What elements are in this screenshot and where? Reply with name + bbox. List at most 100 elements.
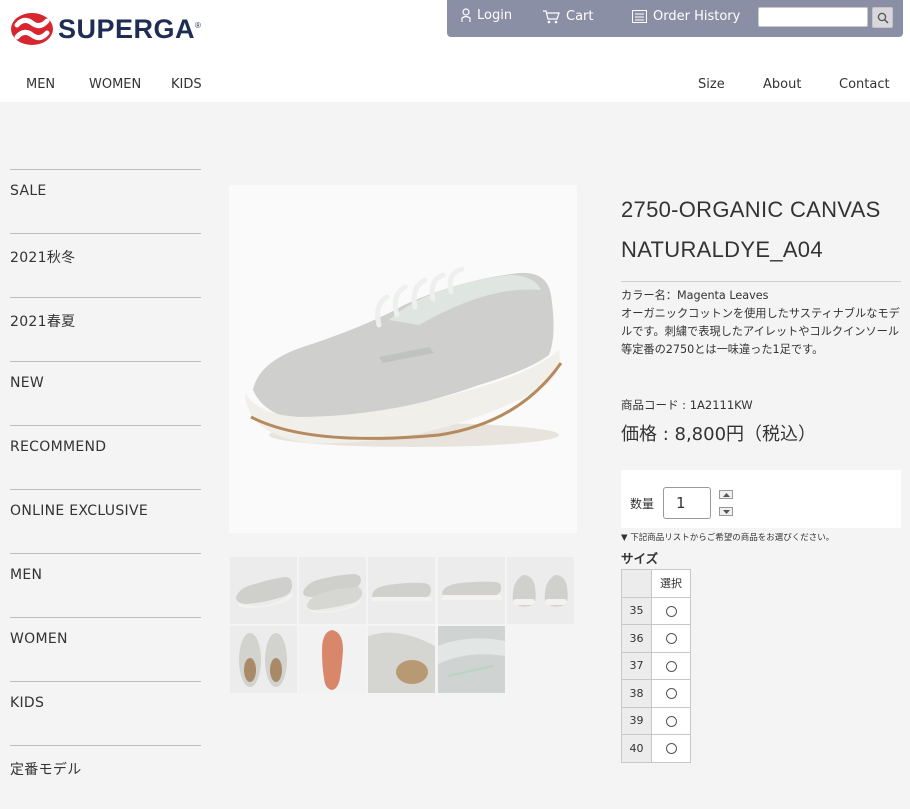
nav-kids[interactable]: KIDS [171, 77, 202, 92]
size-header-cell [621, 569, 652, 598]
size-select-cell [651, 679, 691, 708]
size-cell: 40 [621, 734, 652, 763]
sneaker-pair-thumbnail [299, 557, 366, 624]
size-select-cell [651, 706, 691, 735]
select-header-cell: 選択 [651, 569, 691, 598]
search-button[interactable] [872, 7, 893, 28]
size-cell: 35 [621, 596, 652, 625]
size-table: 選択 35 36 37 38 39 40 [621, 569, 691, 763]
canvas-closeup-thumbnail [438, 626, 505, 693]
color-value: Magenta Leaves [676, 289, 769, 302]
thumbnail-9[interactable] [438, 626, 505, 693]
size-radio[interactable] [665, 633, 677, 645]
sidebar-item-kids[interactable]: KIDS [10, 681, 201, 745]
size-radio[interactable] [665, 660, 677, 672]
thumbnail-3[interactable] [368, 557, 435, 624]
category-sidebar: SALE 2021秋冬 2021春夏 NEW RECOMMEND ONLINE … [10, 169, 201, 809]
product-main-image[interactable] [229, 185, 577, 533]
size-cell: 37 [621, 651, 652, 680]
sidebar-item-men[interactable]: MEN [10, 553, 201, 617]
sidebar-item-2021-ss[interactable]: 2021春夏 [10, 297, 201, 361]
site-header: SUPERGA® Login Cart Order History MEN WO… [0, 0, 910, 102]
login-link[interactable]: Login [461, 8, 512, 23]
sneaker-thumbnail [230, 557, 297, 624]
quantity-label: 数量 [630, 497, 655, 511]
thumbnail-4[interactable] [438, 557, 505, 624]
quantity-increment-button[interactable] [719, 490, 733, 499]
size-select-cell [651, 596, 691, 625]
login-label: Login [477, 8, 513, 23]
selection-note: ▼ 下記商品リストからご希望の商品をお選びください。 [621, 533, 835, 543]
divider [621, 281, 901, 282]
product-title: 2750-ORGANIC CANVAS NATURALDYE_A04 [621, 190, 901, 270]
brand-name: SUPERGA® [58, 13, 202, 44]
size-table-header: 選択 [621, 569, 691, 598]
user-icon [461, 8, 471, 22]
cart-label: Cart [566, 9, 594, 24]
size-cell: 39 [621, 706, 652, 735]
size-radio[interactable] [665, 605, 677, 617]
size-row: 38 [621, 679, 691, 708]
product-code-label: 商品コード : [621, 398, 690, 412]
product-price: 価格 : 8,800円（税込） [621, 424, 817, 445]
quantity-input[interactable]: 1 [663, 487, 711, 519]
size-heading: サイズ [621, 551, 659, 566]
description-text: オーガニックコットンを使用したサスティナブルなモデルです。刺繍で表現したアイレッ… [621, 307, 900, 356]
sneaker-insole-thumbnail [368, 626, 435, 693]
nav-men[interactable]: MEN [26, 77, 55, 92]
sneaker-sole-thumbnail [299, 626, 366, 693]
thumbnail-7[interactable] [299, 626, 366, 693]
size-cell: 38 [621, 679, 652, 708]
size-radio[interactable] [665, 688, 677, 700]
size-select-cell [651, 734, 691, 763]
sidebar-item-2021-aw[interactable]: 2021秋冬 [10, 233, 201, 297]
quantity-panel: 数量 1 [621, 470, 901, 528]
nav-contact[interactable]: Contact [839, 77, 890, 92]
nav-size[interactable]: Size [698, 77, 725, 92]
size-row: 40 [621, 734, 691, 763]
color-label: カラー名： [621, 289, 677, 302]
sneaker-side-thumbnail [438, 557, 505, 624]
size-select-cell [651, 624, 691, 653]
order-history-link[interactable]: Order History [632, 9, 740, 24]
size-radio[interactable] [665, 743, 677, 755]
sidebar-item-online-exclusive[interactable]: ONLINE EXCLUSIVE [10, 489, 201, 553]
size-row: 36 [621, 624, 691, 653]
nav-women[interactable]: WOMEN [89, 77, 141, 92]
sidebar-item-sale[interactable]: SALE [10, 169, 201, 233]
sneaker-image [245, 266, 563, 447]
sneaker-heel-thumbnail [507, 557, 574, 624]
sidebar-item-new[interactable]: NEW [10, 361, 201, 425]
size-row: 35 [621, 596, 691, 625]
superga-logo[interactable]: SUPERGA® [10, 11, 201, 47]
size-cell: 36 [621, 624, 652, 653]
arrow-down-icon [722, 509, 730, 514]
nav-about[interactable]: About [763, 77, 801, 92]
superga-logo-icon [11, 13, 53, 45]
utility-bar: Login Cart Order History [447, 0, 903, 37]
size-row: 37 [621, 651, 691, 680]
product-description: カラー名：Magenta Leaves オーガニックコットンを使用したサスティナ… [621, 287, 906, 359]
thumbnail-6[interactable] [230, 626, 297, 693]
search-input[interactable] [758, 7, 868, 27]
thumbnail-8[interactable] [368, 626, 435, 693]
size-radio[interactable] [665, 715, 677, 727]
search-icon [877, 12, 889, 24]
thumbnail-2[interactable] [299, 557, 366, 624]
order-history-label: Order History [653, 9, 741, 24]
sidebar-item-women[interactable]: WOMEN [10, 617, 201, 681]
sneaker-top-thumbnail [230, 626, 297, 693]
cart-link[interactable]: Cart [542, 9, 594, 24]
sneaker-side-thumbnail [368, 557, 435, 624]
quantity-decrement-button[interactable] [719, 507, 733, 516]
sidebar-item-recommend[interactable]: RECOMMEND [10, 425, 201, 489]
thumbnail-1[interactable] [230, 557, 297, 624]
list-icon [632, 10, 647, 23]
thumbnail-5[interactable] [507, 557, 574, 624]
sidebar-item-classic-models[interactable]: 定番モデル [10, 745, 201, 809]
cart-icon [543, 9, 560, 23]
product-title-line2: NATURALDYE_A04 [621, 237, 823, 262]
size-row: 39 [621, 706, 691, 735]
size-select-cell [651, 651, 691, 680]
arrow-up-icon [722, 492, 730, 497]
